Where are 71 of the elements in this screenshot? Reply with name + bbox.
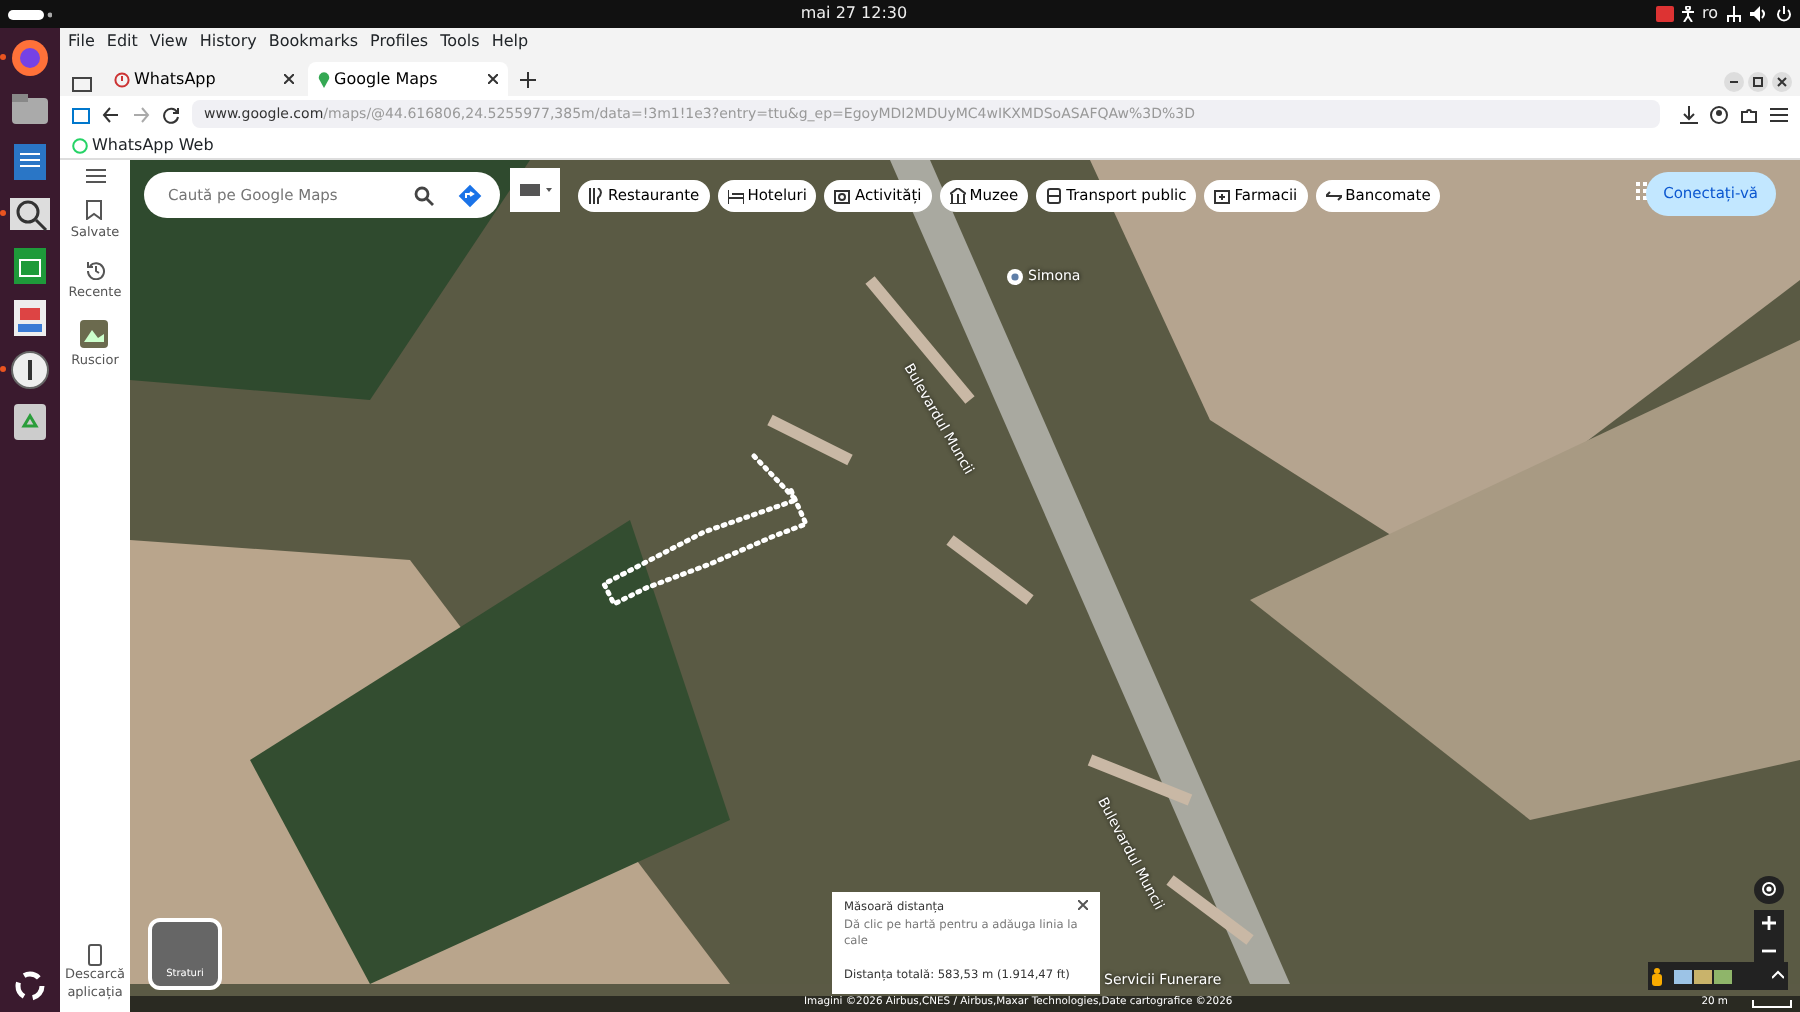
recycle-icon[interactable] (8, 400, 52, 444)
directions-icon[interactable] (458, 184, 482, 208)
browser-tab[interactable]: WhatsApp (104, 62, 304, 96)
show-apps-icon[interactable] (12, 968, 48, 1004)
volume-icon[interactable] (1749, 6, 1768, 22)
plus-icon (1762, 915, 1776, 930)
camera-icon (834, 188, 851, 204)
close-icon[interactable] (1078, 900, 1088, 910)
info-icon[interactable] (8, 348, 52, 392)
reload-icon[interactable] (162, 105, 180, 123)
menu-icon[interactable] (1770, 105, 1788, 123)
new-tab-icon[interactable] (520, 72, 536, 88)
clock[interactable]: mai 27 12:30 (800, 2, 908, 26)
bookmark-icon (86, 200, 103, 220)
browser-tab[interactable]: Google Maps (308, 62, 508, 96)
back-icon[interactable] (102, 105, 120, 123)
history-icon (85, 259, 105, 280)
presentation-icon[interactable] (8, 296, 52, 340)
menu-icon[interactable] (85, 168, 105, 184)
building-icon (949, 188, 966, 204)
menu-item[interactable]: Edit (106, 30, 138, 54)
medicine-icon (1214, 188, 1231, 204)
phone-icon (88, 943, 102, 965)
bed-icon (727, 188, 744, 204)
menu-item[interactable]: History (199, 30, 257, 54)
record-icon (1655, 6, 1674, 22)
bookmark-link[interactable]: WhatsApp Web (72, 133, 214, 157)
search-icon[interactable] (414, 186, 434, 206)
map-pin-icon (318, 71, 330, 87)
maximize-icon[interactable] (1748, 72, 1768, 92)
menu-item[interactable]: Bookmarks (268, 30, 359, 54)
menu-item[interactable]: Tools (440, 30, 480, 54)
menu-item[interactable]: File (68, 30, 95, 54)
document-icon[interactable] (8, 140, 52, 184)
extensions-icon[interactable] (1740, 105, 1758, 123)
browser-icon[interactable] (8, 36, 52, 80)
menu-item[interactable]: Profiles (370, 30, 429, 54)
close-icon[interactable] (1772, 72, 1792, 92)
chat-icon (72, 137, 88, 153)
spreadsheet-icon[interactable] (8, 244, 52, 288)
layers-toggle-button[interactable] (510, 168, 560, 212)
location-icon (1760, 880, 1778, 899)
account-icon[interactable] (1710, 105, 1728, 123)
pegman-icon[interactable] (1652, 967, 1662, 985)
close-tab-icon[interactable] (488, 74, 498, 84)
map-background[interactable] (130, 160, 1800, 984)
scale-bar-icon (1752, 1000, 1792, 1008)
utensils-icon (588, 188, 604, 204)
workspace-indicator-icon[interactable] (8, 9, 52, 19)
accessibility-icon[interactable] (1681, 6, 1694, 22)
arrows-icon (1325, 188, 1342, 204)
place-thumbnail-icon (80, 319, 109, 347)
close-tab-icon[interactable] (284, 74, 294, 84)
zoom-in-button[interactable] (1754, 910, 1784, 938)
sidebar-icon[interactable] (72, 105, 90, 123)
menu-item[interactable]: View (149, 30, 188, 54)
network-icon[interactable] (1725, 6, 1742, 22)
tab-overview-icon[interactable] (72, 74, 92, 92)
alert-icon (114, 71, 130, 87)
map-thumbnails-icon[interactable] (1674, 969, 1734, 983)
language-indicator[interactable]: ro (1701, 2, 1718, 26)
power-icon[interactable] (1775, 6, 1792, 22)
download-icon[interactable] (1680, 105, 1698, 123)
bus-icon (1046, 188, 1063, 204)
keyboard-icon (519, 183, 551, 196)
chevron-up-icon[interactable] (1772, 970, 1784, 982)
forward-icon (132, 105, 150, 123)
magnifier-icon[interactable] (8, 192, 52, 236)
menu-item[interactable]: Help (491, 30, 529, 54)
place-pin-icon (1006, 267, 1024, 286)
minimize-icon[interactable] (1724, 72, 1744, 92)
